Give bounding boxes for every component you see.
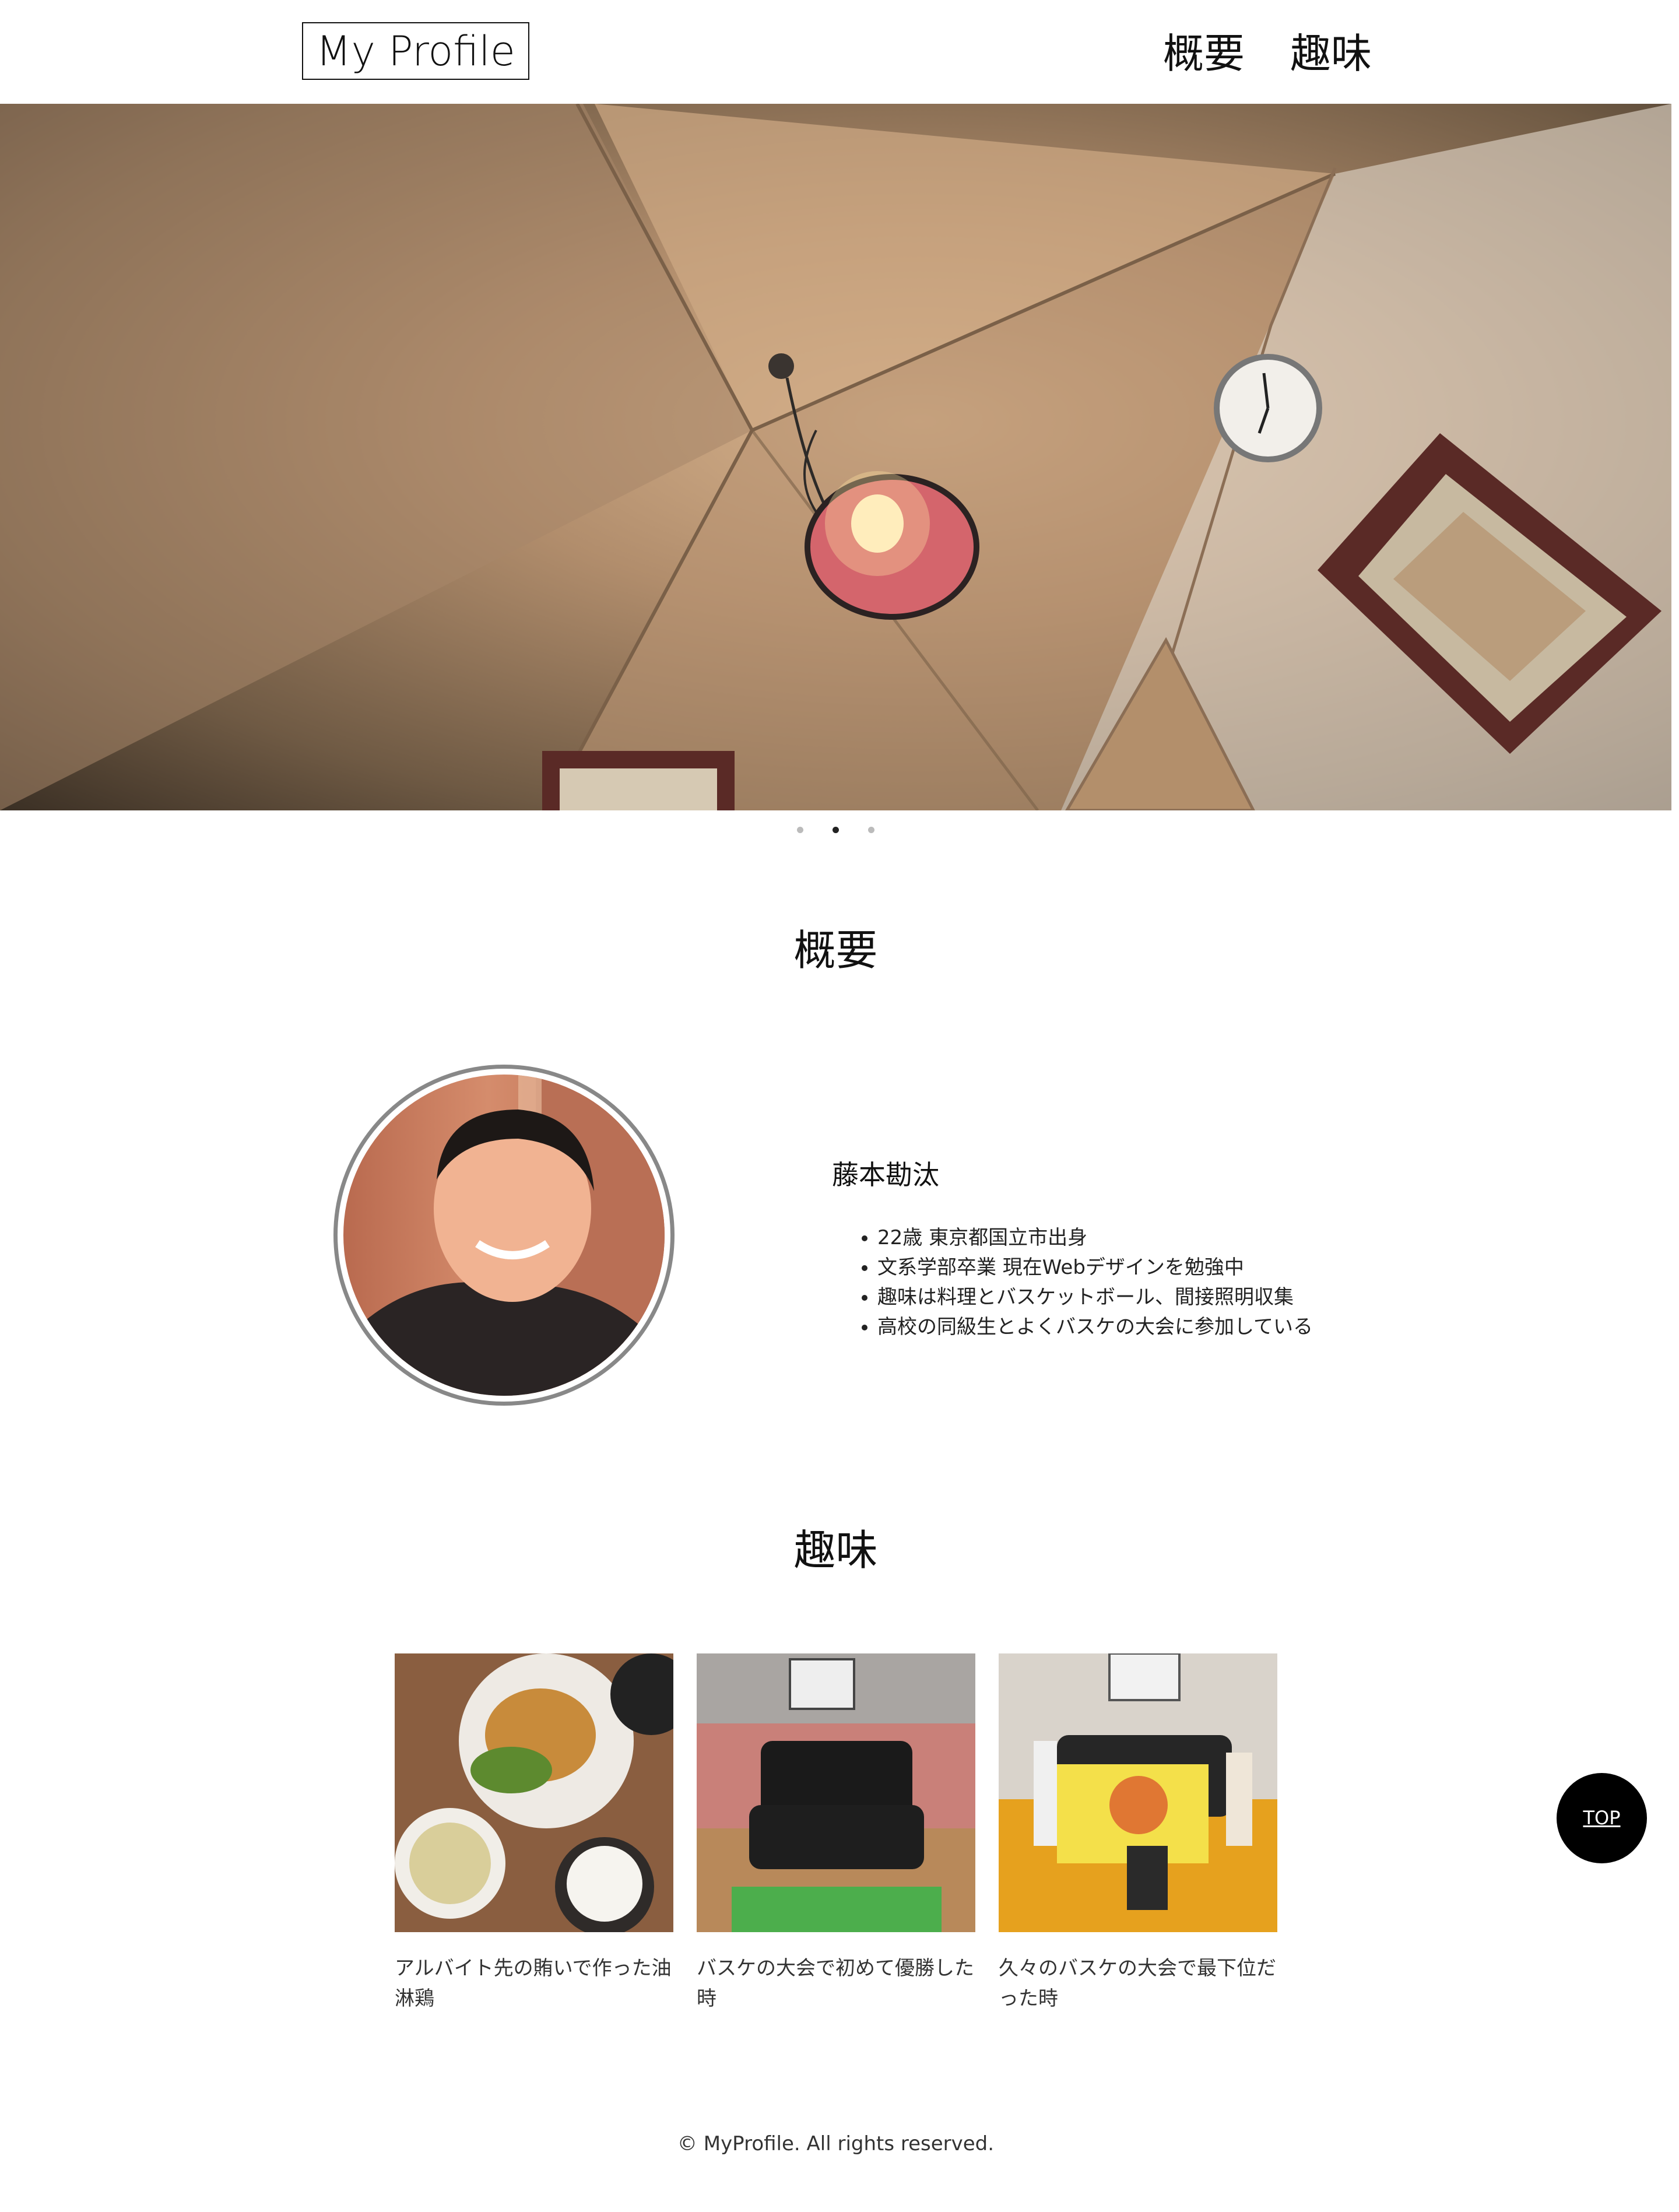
carousel-dot-2-active[interactable] [833,827,839,833]
hobby-card-food: アルバイト先の賄いで作った油淋鶏 [395,1653,673,2014]
hobbies-heading: 趣味 [793,1526,878,1575]
back-to-top-button[interactable]: TOP [1557,1773,1647,1863]
hobby-card-basketball-win: バスケの大会で初めて優勝した時 [697,1653,975,2014]
hobby-caption: バスケの大会で初めて優勝した時 [697,1957,974,2010]
profile-name: 藤本勘汰 [832,1159,939,1191]
site-header: My Profile 概要 趣味 [0,0,1679,104]
list-item: 22歳 東京都国立市出身 [877,1223,1313,1253]
list-item: 文系学部卒業 現在Webデザインを勉強中 [877,1253,1313,1283]
nav-link-overview[interactable]: 概要 [1163,29,1245,78]
carousel-dot-1[interactable] [797,827,803,833]
hobby-caption: アルバイト先の賄いで作った油淋鶏 [395,1957,672,2010]
carousel-dot-3[interactable] [868,827,874,833]
profile-details-list: 22歳 東京都国立市出身 文系学部卒業 現在Webデザインを勉強中 趣味は料理と… [832,1223,1313,1342]
overview-heading: 概要 [793,926,878,975]
hobby-image-basketball-win [697,1653,975,1932]
site-logo[interactable]: My Profile [302,22,529,80]
hobby-card-basketball-last: 久々のバスケの大会で最下位だった時 [999,1653,1277,2014]
carousel-pagination [797,827,879,834]
hero-carousel-image [0,104,1671,810]
footer-copyright: © MyProfile. All rights reserved. [677,2132,995,2155]
profile-avatar [333,1065,675,1406]
hobby-image-basketball-last [999,1653,1277,1932]
nav-link-hobbies[interactable]: 趣味 [1290,29,1372,78]
list-item: 趣味は料理とバスケットボール、間接照明収集 [877,1283,1313,1312]
list-item: 高校の同級生とよくバスケの大会に参加している [877,1312,1313,1342]
hobby-caption: 久々のバスケの大会で最下位だった時 [999,1957,1276,2010]
hobby-image-food [395,1653,673,1932]
